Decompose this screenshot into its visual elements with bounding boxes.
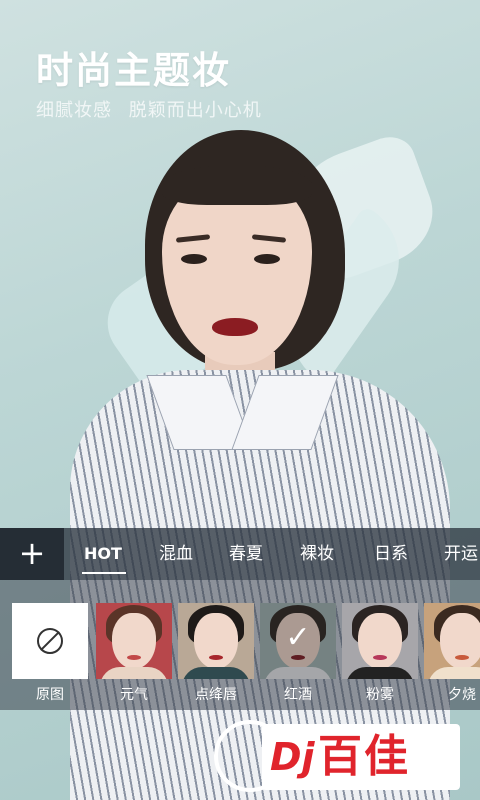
eye <box>254 254 280 264</box>
thumb-face <box>440 613 480 669</box>
thumb-face <box>112 613 156 669</box>
model-lips <box>212 318 258 336</box>
style-label: 红酒 <box>284 687 312 703</box>
style-label: 原图 <box>36 687 64 703</box>
thumb-face <box>194 613 238 669</box>
style-original[interactable] <box>12 603 88 679</box>
tab-nude[interactable]: 裸妆 <box>300 528 334 580</box>
tab-spring-summer[interactable]: 春夏 <box>229 528 263 580</box>
check-icon: ✓ <box>260 603 336 679</box>
style-label: 点绛唇 <box>195 687 237 703</box>
thumb-lip <box>455 655 469 660</box>
thumb-body <box>346 667 414 679</box>
style-thumb-yuanqi[interactable] <box>96 603 172 679</box>
style-thumb-fenwu[interactable] <box>342 603 418 679</box>
style-thumb-xishao[interactable] <box>424 603 480 679</box>
style-label: 粉雾 <box>366 687 394 703</box>
eye <box>181 254 207 264</box>
model-bangs <box>162 165 312 205</box>
thumb-face <box>358 613 402 669</box>
tab-lucky[interactable]: 开运 <box>444 528 478 580</box>
watermark-logo: Dj 百佳 <box>262 724 460 790</box>
thumb-lip <box>127 655 141 660</box>
thumb-body <box>100 667 168 679</box>
page-subtitle: 细腻妆感 脱颖而出小心机 <box>36 100 262 121</box>
style-label: 元气 <box>120 687 148 703</box>
thumb-lip <box>209 655 223 660</box>
no-filter-icon <box>37 628 63 654</box>
thumb-lip <box>373 655 387 660</box>
page-title: 时尚主题妆 <box>36 49 231 92</box>
add-button[interactable]: + <box>0 528 64 580</box>
style-thumb-diangjiangchun[interactable] <box>178 603 254 679</box>
style-label: 夕烧 <box>448 687 476 703</box>
style-thumb-hongjiu[interactable]: ✓ <box>260 603 336 679</box>
brand-text: 百佳 <box>318 731 410 782</box>
tab-japanese[interactable]: 日系 <box>374 528 408 580</box>
category-tab-bar: + HOT 混血 春夏 裸妆 日系 开运 <box>0 528 480 580</box>
thumb-body <box>428 667 480 679</box>
active-tab-indicator <box>82 572 126 574</box>
thumb-body <box>182 667 250 679</box>
brand-logo-icon: Dj <box>270 735 315 779</box>
tab-mixed[interactable]: 混血 <box>159 528 193 580</box>
